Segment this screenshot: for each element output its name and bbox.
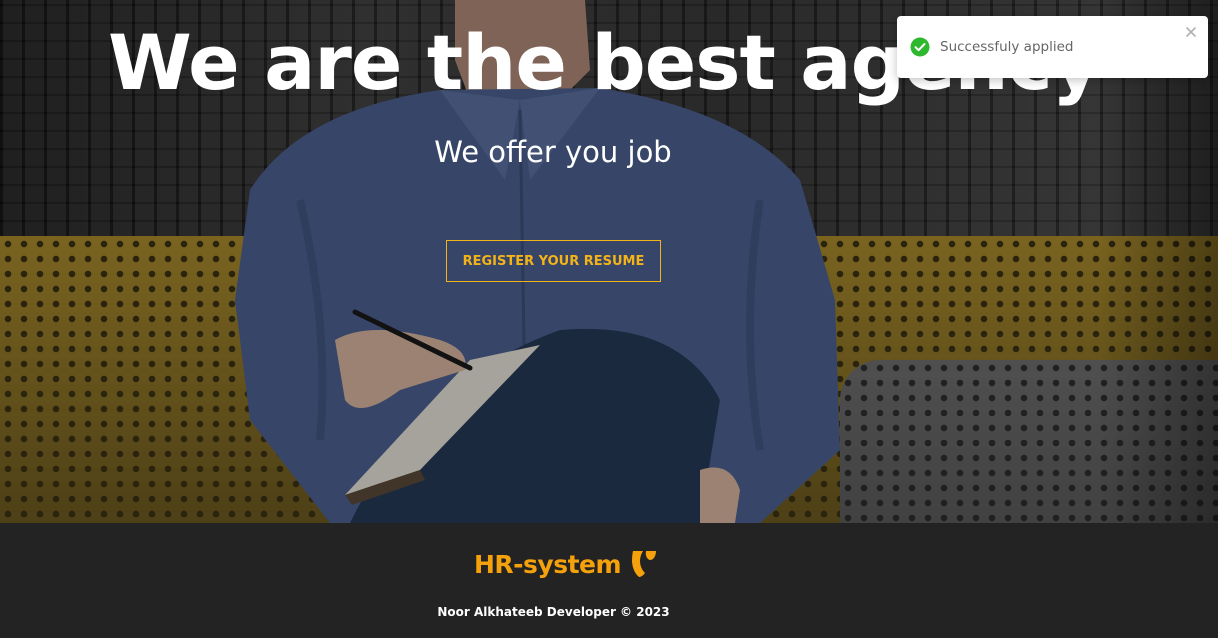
register-resume-button[interactable]: REGISTER YOUR RESUME xyxy=(446,240,661,282)
hero-subtitle: We offer you job xyxy=(434,135,672,169)
hero-title: We are the best agency xyxy=(108,18,1101,107)
footer-brand-name: HR-system xyxy=(474,549,622,579)
close-icon[interactable] xyxy=(1185,26,1197,38)
check-circle-icon xyxy=(910,37,930,57)
success-toast: Successfuly applied xyxy=(897,16,1208,78)
typo3-logo-icon xyxy=(632,551,657,577)
footer-brand: HR-system xyxy=(474,547,657,581)
hero-section: We are the best agency We offer you job … xyxy=(0,0,1218,523)
footer-copyright: Noor Alkhateeb Developer © 2023 xyxy=(437,605,670,619)
toast-message: Successfuly applied xyxy=(940,38,1074,55)
footer: HR-system Noor Alkhateeb Developer © 202… xyxy=(0,523,1218,638)
